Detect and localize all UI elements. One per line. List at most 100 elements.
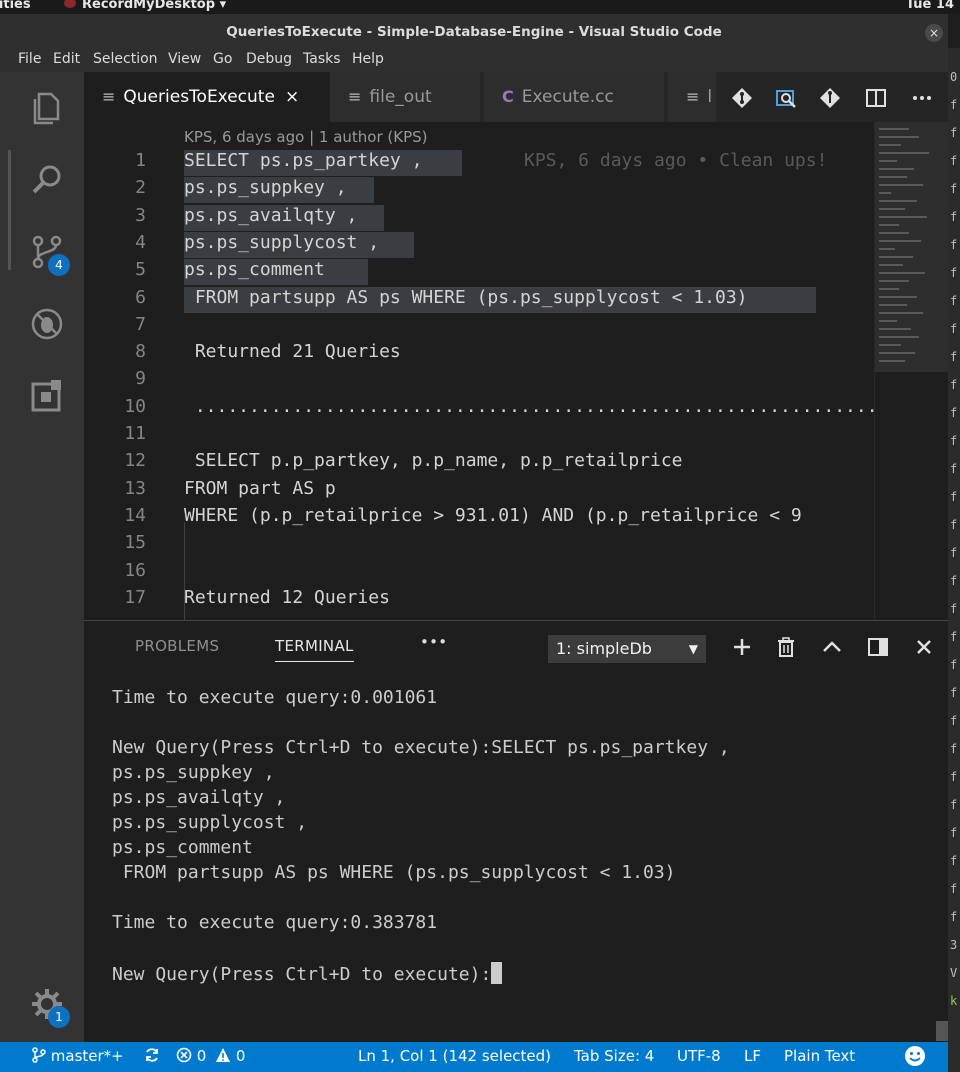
- line-number[interactable]: 17: [84, 587, 146, 608]
- menu-selection[interactable]: Selection: [93, 51, 158, 67]
- trash-icon[interactable]: [774, 635, 798, 659]
- code-line[interactable]: 10 .....................................…: [84, 396, 948, 423]
- line-number[interactable]: 16: [84, 560, 146, 581]
- line-number[interactable]: 6: [84, 287, 146, 308]
- code-line[interactable]: 15: [84, 532, 874, 559]
- code-line[interactable]: 13 FROM part AS p: [84, 478, 874, 505]
- background-window-strip: 0ffffffffffffffffffffffffffffff3Vk: [948, 48, 960, 1072]
- strip-char: f: [950, 490, 958, 504]
- branch-indicator[interactable]: master*+: [32, 1047, 124, 1065]
- codelens-author[interactable]: KPS, 6 days ago | 1 author (KPS): [184, 128, 428, 146]
- line-text: ........................................…: [184, 395, 948, 417]
- terminal-select[interactable]: 1: simpleDb ▼: [548, 635, 706, 663]
- search-history-icon[interactable]: [774, 86, 798, 110]
- split-editor-icon[interactable]: [864, 86, 888, 110]
- code-line[interactable]: 1 SELECT ps.ps_partkey , KPS, 6 days ago •…: [84, 150, 874, 177]
- code-line[interactable]: 11: [84, 423, 874, 450]
- code-line[interactable]: 17 Returned 12 Queries: [84, 587, 874, 614]
- terminal-output[interactable]: Time to execute query:0.001061 New Query(…: [112, 687, 932, 1037]
- chevron-up-icon[interactable]: [820, 635, 844, 659]
- activities-button[interactable]: ivities: [0, 0, 31, 12]
- terminal-line: New Query(Press Ctrl+D to execute):: [112, 962, 503, 985]
- more-actions-icon[interactable]: [910, 86, 934, 110]
- menu-go[interactable]: Go: [213, 51, 232, 67]
- strip-char: f: [950, 126, 958, 140]
- warning-count: 0: [235, 1047, 246, 1065]
- minimap-line: [879, 240, 921, 242]
- strip-char: f: [950, 882, 958, 896]
- code-line[interactable]: 16: [84, 560, 874, 587]
- clock[interactable]: Tue 14: [906, 0, 954, 12]
- add-terminal-icon[interactable]: [730, 635, 754, 659]
- tab-execute-cc[interactable]: C Execute.cc: [484, 72, 664, 122]
- code-line[interactable]: 14 WHERE (p.p_retailprice > 931.01) AND (…: [84, 505, 874, 532]
- strip-char: f: [950, 210, 958, 224]
- line-number[interactable]: 2: [84, 177, 146, 198]
- search-icon[interactable]: [27, 160, 67, 200]
- code-line[interactable]: 12 SELECT p.p_partkey, p.p_name, p.p_ret…: [84, 450, 874, 477]
- menu-help[interactable]: Help: [352, 51, 384, 67]
- status-bar: master*+ 0 0 Ln 1, Col 1 (142 selected) …: [0, 1042, 948, 1072]
- close-panel-icon[interactable]: [912, 635, 936, 659]
- tab-queries-to-execute[interactable]: ≡ QueriesToExecute ×: [84, 72, 330, 122]
- code-line[interactable]: 9: [84, 368, 874, 395]
- toggle-panel-icon[interactable]: [866, 635, 890, 659]
- menu-tasks[interactable]: Tasks: [303, 51, 341, 67]
- feedback-smiley-icon[interactable]: [904, 1045, 926, 1071]
- code-line[interactable]: 8 Returned 21 Queries: [84, 341, 874, 368]
- line-number[interactable]: 9: [84, 368, 146, 389]
- line-number[interactable]: 13: [84, 478, 146, 499]
- window-close-button[interactable]: ×: [925, 24, 943, 42]
- line-number[interactable]: 8: [84, 341, 146, 362]
- git-compare-icon[interactable]: [730, 86, 754, 110]
- language-mode[interactable]: Plain Text: [784, 1047, 855, 1065]
- menu-view[interactable]: View: [168, 51, 201, 67]
- panel-more-icon[interactable]: •••: [420, 633, 447, 651]
- line-number[interactable]: 3: [84, 205, 146, 226]
- line-number[interactable]: 5: [84, 259, 146, 280]
- tab-problems[interactable]: PROBLEMS: [135, 637, 219, 655]
- line-number[interactable]: 15: [84, 532, 146, 553]
- activity-bar: 4 1: [0, 72, 84, 1042]
- line-number[interactable]: 11: [84, 423, 146, 444]
- code-line[interactable]: 5 ps.ps_comment: [84, 259, 874, 286]
- strip-char: f: [950, 574, 958, 588]
- explorer-icon[interactable]: [27, 88, 67, 128]
- git-branch-icon[interactable]: [818, 86, 842, 110]
- tab-partial[interactable]: ≡ l: [668, 72, 716, 122]
- code-line[interactable]: 2 ps.ps_suppkey ,: [84, 177, 874, 204]
- minimap-line: [879, 360, 905, 362]
- app-menu[interactable]: RecordMyDesktop ▾: [64, 0, 226, 12]
- git-blame-annotation: KPS, 6 days ago • Clean ups!: [524, 150, 828, 171]
- minimap[interactable]: [874, 122, 948, 620]
- line-number[interactable]: 7: [84, 314, 146, 335]
- cursor-position[interactable]: Ln 1, Col 1 (142 selected): [358, 1047, 551, 1065]
- tab-terminal[interactable]: TERMINAL: [275, 637, 354, 662]
- tab-size[interactable]: Tab Size: 4: [574, 1047, 654, 1065]
- line-number[interactable]: 4: [84, 232, 146, 253]
- problems-indicator[interactable]: 0 0: [176, 1047, 245, 1065]
- end-of-line[interactable]: LF: [744, 1047, 761, 1065]
- minimap-line: [879, 168, 914, 170]
- menu-debug[interactable]: Debug: [246, 51, 292, 67]
- debug-icon[interactable]: [27, 304, 67, 344]
- code-line[interactable]: 4 ps.ps_supplycost ,: [84, 232, 874, 259]
- code-line[interactable]: 3 ps.ps_availqty ,: [84, 205, 874, 232]
- tab-file-out[interactable]: ≡ file_out: [330, 72, 480, 122]
- menu-edit[interactable]: Edit: [53, 51, 80, 67]
- code-line[interactable]: 6 FROM partsupp AS ps WHERE (ps.ps_suppl…: [84, 287, 874, 314]
- line-number[interactable]: 10: [84, 396, 146, 417]
- menu-file[interactable]: File: [18, 51, 41, 67]
- code-line[interactable]: 7: [84, 314, 874, 341]
- sync-icon[interactable]: [144, 1047, 160, 1065]
- terminal-scrollbar[interactable]: [936, 1021, 948, 1041]
- line-number[interactable]: 14: [84, 505, 146, 526]
- extensions-icon[interactable]: [27, 376, 67, 416]
- line-number[interactable]: 12: [84, 450, 146, 471]
- terminal-line-text: ps.ps_suppkey ,: [112, 762, 275, 783]
- line-number[interactable]: 1: [84, 150, 146, 171]
- strip-char: f: [950, 602, 958, 616]
- tab-close-icon[interactable]: ×: [285, 87, 299, 107]
- encoding[interactable]: UTF-8: [677, 1047, 721, 1065]
- code-editor[interactable]: KPS, 6 days ago | 1 author (KPS) 1 SELECT…: [84, 122, 948, 620]
